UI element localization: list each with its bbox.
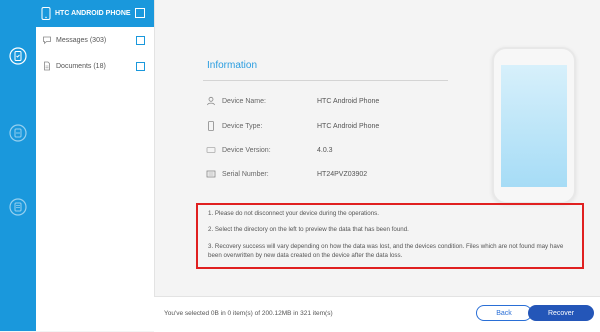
information-title: Information: [207, 60, 258, 71]
info-value: HTC Android Phone: [317, 122, 380, 130]
device-tree-header[interactable]: HTC ANDROID PHONE: [36, 0, 154, 27]
device-icon: [206, 145, 216, 155]
note-item: 1. Please do not disconnect your device …: [208, 210, 379, 217]
left-icon-rail: [0, 0, 36, 331]
tree-item-label: Documents (18): [56, 62, 106, 70]
tree-item-messages[interactable]: Messages (303): [36, 33, 154, 47]
icloud-restore-icon[interactable]: [8, 197, 28, 217]
divider: [203, 80, 448, 81]
info-value: HT24PVZ03902: [317, 170, 368, 178]
file-tree-panel: HTC ANDROID PHONE Messages (303) Documen…: [36, 0, 155, 331]
phone-restore-icon[interactable]: [8, 46, 28, 66]
tree-item-label: Messages (303): [56, 36, 107, 44]
note-item: 3. Recovery success will vary depending …: [208, 243, 564, 259]
info-key: Serial Number:: [222, 170, 269, 178]
info-key: Device Type:: [222, 122, 263, 130]
info-row-device-version: Device Version: 4.0.3: [206, 144, 333, 156]
info-value: 4.0.3: [317, 146, 333, 154]
notes-box: 1. Please do not disconnect your device …: [196, 203, 584, 269]
info-key: Device Version:: [222, 146, 271, 154]
serial-icon: [206, 169, 216, 179]
selection-status: You've selected 0B in 0 item(s) of 200.1…: [164, 310, 333, 317]
messages-icon: [42, 35, 52, 45]
user-icon: [206, 96, 216, 106]
info-value: HTC Android Phone: [317, 97, 380, 105]
note-item: 2. Select the directory on the left to p…: [208, 226, 409, 233]
phone-screen: [501, 65, 567, 187]
device-select-checkbox[interactable]: [135, 8, 145, 18]
recover-button[interactable]: Recover: [528, 305, 594, 321]
phone-icon: [206, 121, 216, 131]
phone-illustration: [492, 47, 576, 204]
info-key: Device Name:: [222, 97, 266, 105]
back-button[interactable]: Back: [476, 305, 532, 321]
tree-item-documents[interactable]: Documents (18): [36, 59, 154, 73]
documents-checkbox[interactable]: [136, 62, 145, 71]
device-icon: [41, 7, 51, 20]
footer-bar: You've selected 0B in 0 item(s) of 200.1…: [154, 296, 600, 332]
info-row-device-type: Device Type: HTC Android Phone: [206, 120, 379, 132]
documents-icon: [42, 61, 52, 71]
info-row-serial-number: Serial Number: HT24PVZ03902: [206, 168, 367, 180]
itunes-restore-icon[interactable]: [8, 123, 28, 143]
device-tree-label: HTC ANDROID PHONE: [55, 10, 131, 17]
info-row-device-name: Device Name: HTC Android Phone: [206, 95, 379, 107]
messages-checkbox[interactable]: [136, 36, 145, 45]
